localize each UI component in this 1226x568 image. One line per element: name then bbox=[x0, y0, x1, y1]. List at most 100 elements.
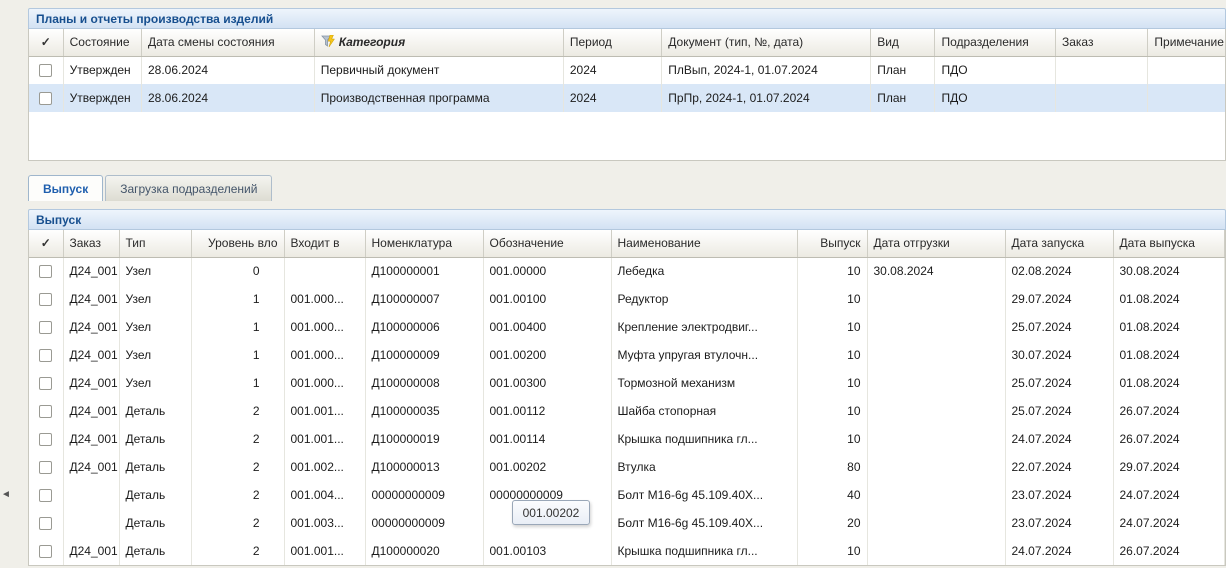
row-checkbox-cell[interactable] bbox=[29, 313, 63, 341]
cell[interactable]: Узел bbox=[119, 257, 191, 285]
checkbox[interactable] bbox=[39, 293, 52, 306]
cell[interactable]: Д100000007 bbox=[365, 285, 483, 313]
cell[interactable]: План bbox=[871, 56, 935, 84]
cell[interactable]: 2024 bbox=[563, 84, 661, 112]
checkbox[interactable] bbox=[39, 265, 52, 278]
column-header-10[interactable]: Дата запуска bbox=[1005, 230, 1113, 257]
table-row[interactable]: Д24_001Узел1001.000...Д100000009001.0020… bbox=[29, 341, 1225, 369]
cell[interactable]: Деталь bbox=[119, 509, 191, 537]
cell[interactable]: Д100000009 bbox=[365, 341, 483, 369]
cell[interactable]: 001.001... bbox=[284, 537, 365, 565]
cell[interactable]: 2024 bbox=[563, 56, 661, 84]
cell[interactable] bbox=[867, 369, 1005, 397]
cell[interactable]: Д100000035 bbox=[365, 397, 483, 425]
cell[interactable]: Д24_001 bbox=[63, 369, 119, 397]
column-header-4[interactable]: Входит в bbox=[284, 230, 365, 257]
column-header-8[interactable]: Выпуск bbox=[797, 230, 867, 257]
row-checkbox-cell[interactable] bbox=[29, 537, 63, 565]
column-header-5[interactable]: Номенклатура bbox=[365, 230, 483, 257]
column-header-4[interactable]: Период bbox=[563, 29, 661, 56]
cell[interactable]: 29.07.2024 bbox=[1113, 453, 1225, 481]
cell[interactable]: 001.00100 bbox=[483, 285, 611, 313]
cell[interactable] bbox=[1056, 56, 1148, 84]
cell[interactable]: 10 bbox=[797, 425, 867, 453]
cell[interactable]: ПДО bbox=[935, 56, 1056, 84]
row-checkbox-cell[interactable] bbox=[29, 425, 63, 453]
table-row[interactable]: Деталь2001.004...0000000000900000000009Б… bbox=[29, 481, 1225, 509]
row-checkbox-cell[interactable] bbox=[29, 56, 63, 84]
column-header-11[interactable]: Дата выпуска bbox=[1113, 230, 1225, 257]
checkbox[interactable] bbox=[39, 433, 52, 446]
column-header-2[interactable]: Тип bbox=[119, 230, 191, 257]
cell[interactable]: Д100000020 bbox=[365, 537, 483, 565]
cell[interactable]: 10 bbox=[797, 369, 867, 397]
cell[interactable]: 1 bbox=[191, 313, 284, 341]
select-all-header[interactable]: ✓ bbox=[29, 230, 63, 257]
row-checkbox-cell[interactable] bbox=[29, 84, 63, 112]
cell[interactable] bbox=[63, 509, 119, 537]
table-row[interactable]: Утвержден28.06.2024Первичный документ202… bbox=[29, 56, 1226, 84]
cell[interactable]: 01.08.2024 bbox=[1113, 341, 1225, 369]
cell[interactable]: 30.08.2024 bbox=[867, 257, 1005, 285]
column-header-3[interactable]: Категория bbox=[314, 29, 563, 56]
cell[interactable]: 26.07.2024 bbox=[1113, 425, 1225, 453]
cell[interactable]: 001.000... bbox=[284, 369, 365, 397]
cell[interactable]: 01.08.2024 bbox=[1113, 313, 1225, 341]
row-checkbox-cell[interactable] bbox=[29, 369, 63, 397]
cell[interactable]: Утвержден bbox=[63, 84, 141, 112]
cell[interactable] bbox=[867, 285, 1005, 313]
cell[interactable]: Д100000019 bbox=[365, 425, 483, 453]
cell[interactable]: 001.00112 bbox=[483, 397, 611, 425]
cell[interactable]: 001.001... bbox=[284, 397, 365, 425]
column-header-7[interactable]: Подразделения bbox=[935, 29, 1056, 56]
row-checkbox-cell[interactable] bbox=[29, 481, 63, 509]
cell[interactable]: 10 bbox=[797, 341, 867, 369]
cell[interactable]: 2 bbox=[191, 425, 284, 453]
cell[interactable]: 23.07.2024 bbox=[1005, 509, 1113, 537]
cell[interactable]: Втулка bbox=[611, 453, 797, 481]
cell[interactable]: 001.002... bbox=[284, 453, 365, 481]
cell[interactable] bbox=[1148, 84, 1226, 112]
cell[interactable]: 2 bbox=[191, 509, 284, 537]
cell[interactable]: 80 bbox=[797, 453, 867, 481]
checkbox[interactable] bbox=[39, 405, 52, 418]
cell[interactable]: Крышка подшипника гл... bbox=[611, 537, 797, 565]
cell[interactable] bbox=[63, 481, 119, 509]
cell[interactable]: Деталь bbox=[119, 537, 191, 565]
checkbox[interactable] bbox=[39, 461, 52, 474]
cell[interactable]: 1 bbox=[191, 285, 284, 313]
cell[interactable]: Шайба стопорная bbox=[611, 397, 797, 425]
table-row[interactable]: Деталь2001.003...00000000009 Болт М16-6g … bbox=[29, 509, 1225, 537]
cell[interactable]: 00000000009 bbox=[365, 481, 483, 509]
cell[interactable]: 001.00300 bbox=[483, 369, 611, 397]
column-header-7[interactable]: Наименование bbox=[611, 230, 797, 257]
cell[interactable]: Д24_001 bbox=[63, 397, 119, 425]
column-header-1[interactable]: Заказ bbox=[63, 230, 119, 257]
checkbox[interactable] bbox=[39, 64, 52, 77]
cell[interactable]: Тормозной механизм bbox=[611, 369, 797, 397]
cell[interactable]: 00000000009 bbox=[365, 509, 483, 537]
cell[interactable] bbox=[284, 257, 365, 285]
cell[interactable]: Болт М16-6g 45.109.40Х... bbox=[611, 509, 797, 537]
row-checkbox-cell[interactable] bbox=[29, 285, 63, 313]
cell[interactable]: 25.07.2024 bbox=[1005, 397, 1113, 425]
cell[interactable]: 1 bbox=[191, 369, 284, 397]
cell[interactable]: 001.003... bbox=[284, 509, 365, 537]
table-row[interactable]: Д24_001Деталь2001.001...Д100000020001.00… bbox=[29, 537, 1225, 565]
cell[interactable]: 001.000... bbox=[284, 285, 365, 313]
cell[interactable]: Узел bbox=[119, 285, 191, 313]
row-checkbox-cell[interactable] bbox=[29, 341, 63, 369]
cell[interactable]: Д24_001 bbox=[63, 257, 119, 285]
cell[interactable]: Д100000008 bbox=[365, 369, 483, 397]
cell[interactable]: Деталь bbox=[119, 453, 191, 481]
cell[interactable]: 001.00000 bbox=[483, 257, 611, 285]
cell[interactable]: Деталь bbox=[119, 425, 191, 453]
cell[interactable]: 2 bbox=[191, 537, 284, 565]
row-checkbox-cell[interactable] bbox=[29, 453, 63, 481]
cell[interactable]: 24.07.2024 bbox=[1005, 425, 1113, 453]
cell[interactable]: Лебедка bbox=[611, 257, 797, 285]
cell[interactable]: 001.00114 bbox=[483, 425, 611, 453]
cell[interactable]: 26.07.2024 bbox=[1113, 537, 1225, 565]
cell[interactable]: 26.07.2024 bbox=[1113, 397, 1225, 425]
cell[interactable] bbox=[867, 397, 1005, 425]
